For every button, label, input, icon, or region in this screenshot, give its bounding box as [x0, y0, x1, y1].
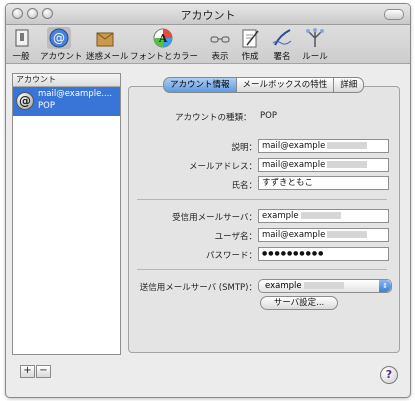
accounts-list[interactable]: アカウント @ mail@example.... POP [12, 73, 121, 355]
remove-account-button[interactable]: − [36, 365, 51, 378]
toolbar-rules[interactable]: ルール [302, 27, 328, 62]
svg-text:A: A [158, 32, 168, 45]
account-at-icon: @ [16, 92, 34, 110]
toolbar-accounts-label: アカウント [40, 52, 83, 62]
toolbar-junk-mail-label: 迷惑メール [86, 52, 129, 62]
toolbar-general[interactable]: 一般 [10, 27, 32, 62]
glasses-icon [208, 27, 232, 49]
help-button[interactable]: ? [380, 366, 398, 384]
pen-icon [270, 27, 294, 49]
smtp-server-label: 送信用メールサーバ (SMTP)： [139, 283, 257, 293]
tab-account-info[interactable]: アカウント情報 [163, 77, 237, 93]
tab-advanced[interactable]: 詳細 [333, 77, 365, 93]
section-divider [137, 269, 387, 270]
toolbar-signatures-label: 署名 [273, 52, 291, 62]
incoming-server-field[interactable]: example [258, 209, 389, 223]
settings-tabs: アカウント情報 メールボックスの特性 詳細 [163, 77, 365, 93]
full-name-field[interactable]: すずきともこ [258, 176, 389, 190]
description-label: 説明： [231, 143, 257, 153]
toolbar-general-label: 一般 [12, 52, 30, 62]
incoming-server-label: 受信用メールサーバ： [172, 213, 257, 223]
account-type: POP [38, 101, 55, 111]
at-sign-icon: @ [47, 27, 71, 49]
smtp-server-value: example [265, 281, 302, 291]
smtp-server-select[interactable]: example ⇕ [258, 279, 392, 293]
junk-mail-icon [93, 27, 117, 49]
tab-mailbox-behaviors[interactable]: メールボックスの特性 [235, 77, 335, 93]
switch-icon [10, 27, 34, 49]
section-divider [137, 199, 387, 200]
toolbar-junk-mail[interactable]: 迷惑メール [86, 27, 129, 62]
username-field[interactable]: mail@example [258, 228, 389, 242]
accounts-list-header: アカウント [13, 74, 120, 87]
toolbar-accounts[interactable]: @ アカウント [40, 27, 83, 62]
font-color-icon: A [151, 27, 175, 49]
account-type-label: アカウントの種類： [175, 113, 252, 123]
full-name-label: 氏名： [231, 181, 257, 191]
account-name: mail@example.... [38, 89, 113, 99]
toolbar-fonts-colors-label: フォントとカラー [130, 52, 199, 62]
description-field[interactable]: mail@example [258, 139, 389, 153]
email-address-label: メールアドレス： [188, 162, 257, 172]
toolbar-fonts-colors[interactable]: A フォントとカラー [130, 27, 199, 62]
email-address-field[interactable]: mail@example [258, 158, 389, 172]
server-settings-button[interactable]: サーバ設定... [260, 296, 338, 310]
add-account-button[interactable]: + [20, 365, 35, 378]
toolbar-viewing-label: 表示 [211, 52, 229, 62]
toolbar-composing-label: 作成 [241, 52, 259, 62]
toolbar: 一般 @ アカウント 迷惑メール A フォントとカラー 表示 作成 署名 ルール [6, 25, 410, 64]
username-label: ユーザ名： [214, 232, 257, 242]
password-field[interactable]: ●●●●●●●●●● [258, 247, 389, 261]
account-type-value: POP [260, 111, 277, 121]
toolbar-toggle-button[interactable] [384, 9, 404, 20]
toolbar-viewing[interactable]: 表示 [208, 27, 232, 62]
toolbar-composing[interactable]: 作成 [238, 27, 262, 62]
popup-arrows-icon: ⇕ [379, 280, 391, 292]
account-list-item[interactable]: @ mail@example.... POP [13, 87, 120, 116]
toolbar-rules-label: ルール [302, 52, 328, 62]
rules-icon [303, 27, 327, 49]
password-label: パスワード： [205, 251, 257, 261]
compose-icon [238, 27, 262, 49]
title-bar: アカウント [6, 4, 410, 25]
window-title: アカウント [180, 9, 236, 22]
svg-text:@: @ [53, 31, 65, 45]
toolbar-signatures[interactable]: 署名 [270, 27, 294, 62]
